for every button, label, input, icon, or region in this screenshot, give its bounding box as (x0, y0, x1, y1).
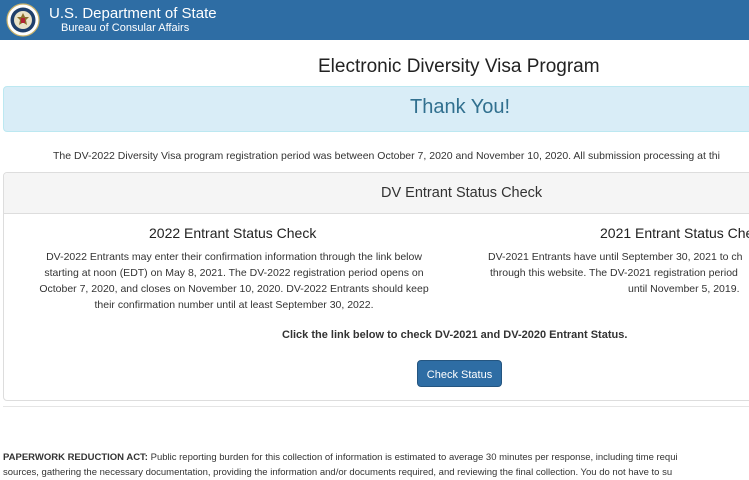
dv2021-line-2: through this website. The DV-2021 regist… (490, 267, 738, 279)
paperwork-label: PAPERWORK REDUCTION ACT: (3, 452, 148, 463)
panel-title: DV Entrant Status Check (381, 185, 543, 201)
paperwork-line-1: PAPERWORK REDUCTION ACT: Public reportin… (3, 450, 678, 465)
dv2021-description: DV-2021 Entrants have until September 30… (488, 249, 749, 297)
site-header: U.S. Department of State Bureau of Consu… (0, 0, 749, 40)
section-divider (3, 406, 749, 407)
bureau-name: Bureau of Consular Affairs (61, 22, 190, 34)
dv2022-line-3: October 7, 2020, and closes on November … (39, 283, 429, 295)
dv2021-line-1: DV-2021 Entrants have until September 30… (488, 251, 743, 263)
dv2022-description: DV-2022 Entrants may enter their confirm… (30, 249, 438, 313)
check-status-instruction: Click the link below to check DV-2021 an… (282, 329, 628, 341)
registration-notice: The DV-2022 Diversity Visa program regis… (53, 150, 720, 162)
dv2021-column-title: 2021 Entrant Status Che (600, 225, 749, 241)
agency-name: U.S. Department of State (49, 5, 217, 22)
paperwork-text-1: Public reporting burden for this collect… (147, 452, 678, 463)
dv2022-line-4: their confirmation number until at least… (94, 299, 374, 311)
thank-you-heading: Thank You! (410, 96, 511, 118)
paperwork-reduction-act: PAPERWORK REDUCTION ACT: Public reportin… (3, 450, 678, 480)
panel-heading (4, 173, 749, 214)
dv2021-line-3: until November 5, 2019. (628, 283, 740, 295)
page-title: Electronic Diversity Visa Program (318, 56, 600, 77)
paperwork-text-2: sources, gathering the necessary documen… (3, 467, 673, 478)
dv2022-line-2: starting at noon (EDT) on May 8, 2021. T… (44, 267, 424, 279)
state-department-seal-icon[interactable] (6, 3, 40, 37)
check-status-button[interactable]: Check Status (417, 360, 502, 387)
dv2022-line-1: DV-2022 Entrants may enter their confirm… (46, 251, 422, 263)
thank-you-alert (3, 86, 749, 132)
dv2022-column-title: 2022 Entrant Status Check (149, 225, 317, 241)
